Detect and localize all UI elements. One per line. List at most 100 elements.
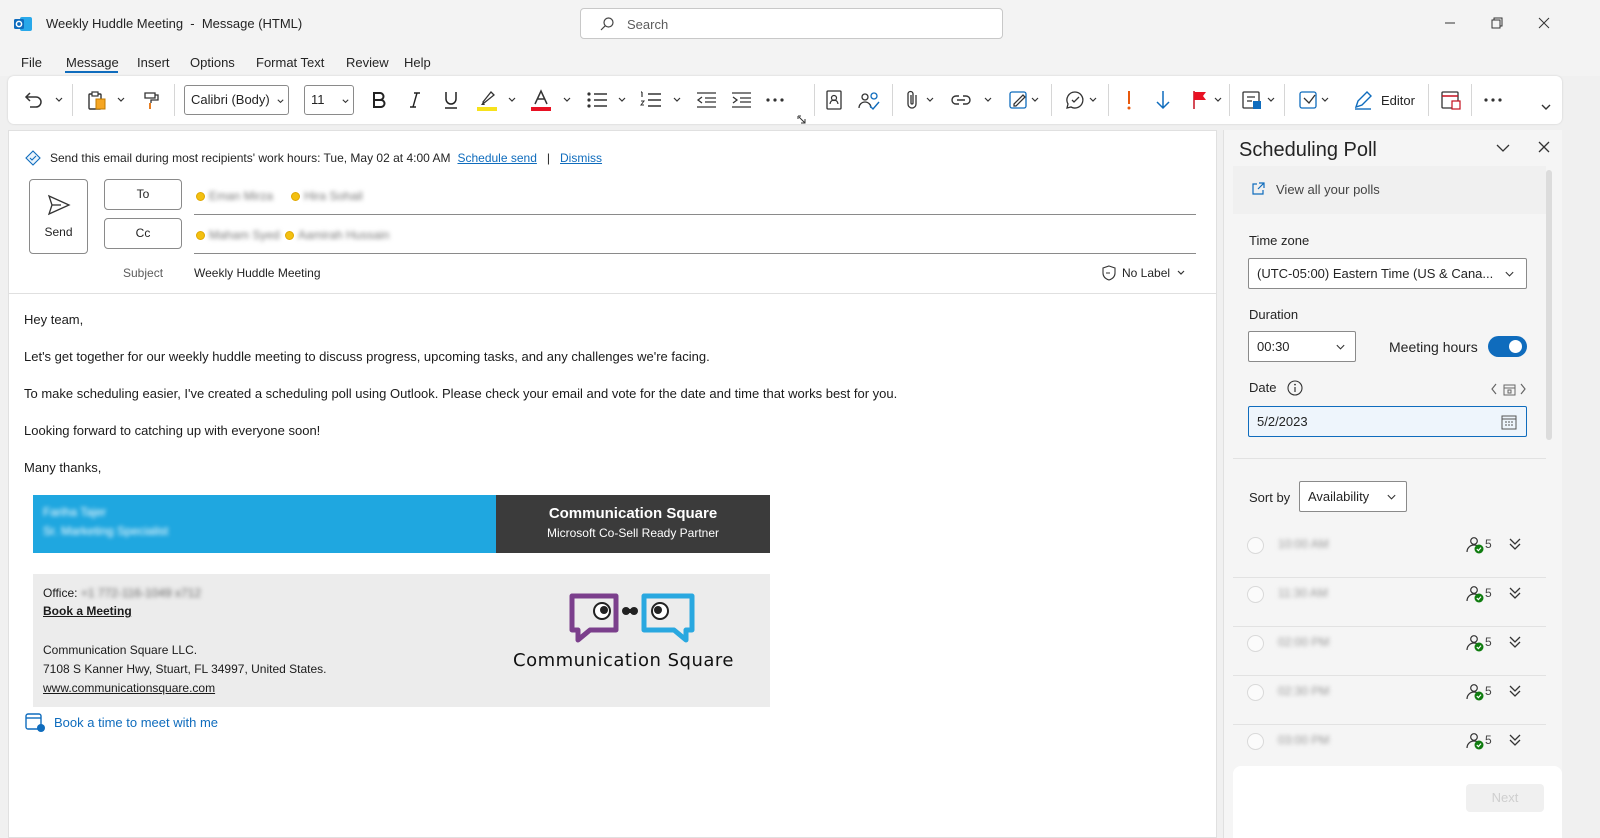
- recipient-chip[interactable]: Maham Syed: [196, 228, 280, 242]
- signature-dropdown[interactable]: [1030, 87, 1040, 113]
- sensitivity-dropdown[interactable]: [1266, 87, 1276, 113]
- tab-format-text[interactable]: Format Text: [256, 55, 324, 70]
- follow-up-dropdown[interactable]: [1213, 87, 1223, 113]
- tab-message[interactable]: Message: [66, 55, 119, 70]
- font-size-select[interactable]: 11: [304, 85, 354, 115]
- recipient-chip[interactable]: Hira Sohail: [291, 189, 363, 203]
- previous-date-button[interactable]: [1490, 383, 1498, 395]
- tab-review[interactable]: Review: [346, 55, 389, 70]
- send-button[interactable]: Send: [29, 179, 88, 254]
- timezone-select[interactable]: (UTC-05:00) Eastern Time (US & Cana...: [1248, 258, 1527, 289]
- font-color-button[interactable]: [530, 87, 552, 113]
- slot-radio[interactable]: [1247, 586, 1264, 603]
- panel-scrollbar[interactable]: [1546, 170, 1552, 440]
- restore-button[interactable]: [1487, 13, 1507, 33]
- font-name-select[interactable]: Calibri (Body): [184, 85, 289, 115]
- meeting-hours-toggle[interactable]: [1488, 336, 1527, 357]
- high-importance-button[interactable]: [1125, 87, 1133, 113]
- undo-dropdown[interactable]: [54, 87, 64, 113]
- recipient-chip[interactable]: Eman Mirza: [196, 189, 273, 203]
- book-time-link[interactable]: Book a time to meet with me: [24, 711, 218, 733]
- signature-button[interactable]: [1008, 87, 1030, 113]
- duration-select[interactable]: 00:30: [1248, 331, 1356, 362]
- slot-radio[interactable]: [1247, 537, 1264, 554]
- attach-file-button[interactable]: [904, 87, 922, 113]
- panel-close-button[interactable]: [1537, 140, 1551, 154]
- today-button[interactable]: [1503, 383, 1516, 396]
- font-dialog-launcher[interactable]: [797, 106, 806, 132]
- sort-select[interactable]: Availability: [1299, 481, 1407, 512]
- body-paragraph[interactable]: To make scheduling easier, I've created …: [24, 386, 897, 401]
- next-date-button[interactable]: [1519, 383, 1527, 395]
- highlight-button[interactable]: [476, 87, 498, 113]
- undo-button[interactable]: [22, 87, 44, 113]
- tab-help[interactable]: Help: [404, 55, 431, 70]
- body-paragraph[interactable]: Let's get together for our weekly huddle…: [24, 349, 710, 364]
- body-paragraph[interactable]: Looking forward to catching up with ever…: [24, 423, 320, 438]
- schedule-send-link[interactable]: Schedule send: [457, 151, 536, 165]
- bold-button[interactable]: [371, 87, 387, 113]
- collapse-ribbon-button[interactable]: [1540, 94, 1552, 120]
- apps-dropdown[interactable]: [1320, 87, 1330, 113]
- check-names-button[interactable]: [858, 87, 880, 113]
- time-slot-row[interactable]: 02:30 PM 5: [1233, 676, 1546, 725]
- search-box[interactable]: Search: [580, 8, 1003, 39]
- format-painter-button[interactable]: [141, 87, 163, 113]
- book-meeting-link[interactable]: Book a Meeting: [43, 604, 132, 618]
- time-slot-row[interactable]: 11:30 AM 5: [1233, 578, 1546, 627]
- address-book-button[interactable]: [824, 87, 844, 113]
- dictate-button[interactable]: [1298, 87, 1320, 113]
- expand-slot-button[interactable]: [1508, 536, 1522, 552]
- expand-slot-button[interactable]: [1508, 732, 1522, 748]
- bullets-dropdown[interactable]: [617, 87, 627, 113]
- bullets-button[interactable]: [586, 87, 608, 113]
- slot-radio[interactable]: [1247, 635, 1264, 652]
- underline-button[interactable]: [442, 87, 460, 113]
- close-window-button[interactable]: [1534, 13, 1554, 33]
- expand-slot-button[interactable]: [1508, 585, 1522, 601]
- numbering-button[interactable]: [640, 87, 662, 113]
- date-info-icon[interactable]: [1287, 380, 1303, 396]
- panel-collapse-button[interactable]: [1495, 141, 1511, 155]
- slot-radio[interactable]: [1247, 733, 1264, 750]
- recipient-chip[interactable]: Aamirah Hussain: [285, 228, 389, 242]
- scheduling-poll-button[interactable]: [1440, 87, 1462, 113]
- slot-radio[interactable]: [1247, 684, 1264, 701]
- font-color-dropdown[interactable]: [562, 87, 572, 113]
- more-commands-button[interactable]: [1483, 87, 1503, 113]
- increase-indent-button[interactable]: [730, 87, 752, 113]
- paste-dropdown[interactable]: [116, 87, 126, 113]
- sensitivity-button[interactable]: [1241, 87, 1263, 113]
- paste-button[interactable]: [86, 87, 108, 113]
- next-button[interactable]: Next: [1466, 784, 1544, 812]
- low-importance-button[interactable]: [1155, 87, 1171, 113]
- italic-button[interactable]: [407, 87, 423, 113]
- numbering-dropdown[interactable]: [672, 87, 682, 113]
- sensitivity-label-button[interactable]: No Label: [1102, 265, 1186, 281]
- link-button[interactable]: [950, 87, 972, 113]
- follow-up-flag-button[interactable]: [1190, 87, 1210, 113]
- body-greeting[interactable]: Hey team,: [24, 312, 83, 327]
- tab-insert[interactable]: Insert: [137, 55, 170, 70]
- to-button[interactable]: To: [104, 179, 182, 210]
- website-link[interactable]: www.communicationsquare.com: [43, 681, 215, 695]
- tab-file[interactable]: File: [21, 55, 42, 70]
- attach-file-dropdown[interactable]: [925, 87, 935, 113]
- link-dropdown[interactable]: [983, 87, 993, 113]
- minimize-button[interactable]: [1440, 13, 1460, 33]
- view-polls-link[interactable]: View all your polls: [1250, 181, 1380, 197]
- time-slot-row[interactable]: 10:00 AM 5: [1233, 529, 1546, 578]
- more-formatting-button[interactable]: [765, 87, 785, 113]
- expand-slot-button[interactable]: [1508, 683, 1522, 699]
- expand-slot-button[interactable]: [1508, 634, 1522, 650]
- cc-button[interactable]: Cc: [104, 218, 182, 249]
- comments-button[interactable]: [1064, 87, 1086, 113]
- highlight-dropdown[interactable]: [507, 87, 517, 113]
- dismiss-link[interactable]: Dismiss: [560, 151, 602, 165]
- editor-button[interactable]: Editor: [1353, 87, 1415, 113]
- decrease-indent-button[interactable]: [695, 87, 717, 113]
- subject-input[interactable]: Weekly Huddle Meeting: [194, 266, 321, 280]
- comments-dropdown[interactable]: [1088, 87, 1098, 113]
- time-slot-row[interactable]: 02:00 PM 5: [1233, 627, 1546, 676]
- tab-options[interactable]: Options: [190, 55, 235, 70]
